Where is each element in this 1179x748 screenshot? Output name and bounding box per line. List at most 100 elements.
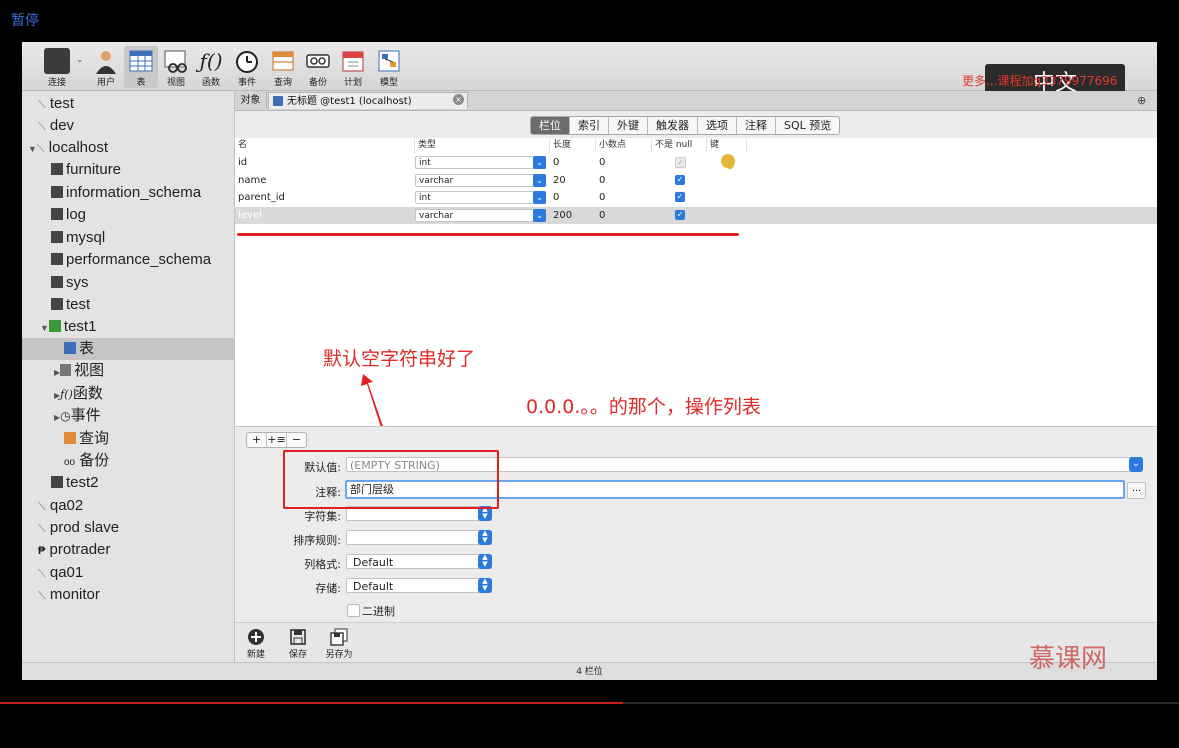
pause-label[interactable]: 暂停 — [11, 10, 39, 30]
not-null-checkbox[interactable]: ✓ — [675, 192, 685, 202]
field-name[interactable]: id — [238, 154, 247, 171]
tree-item-test1[interactable]: ▼ test1 — [22, 316, 234, 338]
tree-item-queries[interactable]: 查询 — [22, 428, 234, 450]
charset-label: 字符集: — [304, 510, 341, 523]
storage-select[interactable]: Default ▲ ▼ — [346, 578, 492, 593]
tree-item-views[interactable]: ▶ 视图 — [22, 360, 234, 382]
table-row[interactable]: name varchar ⌄ 20 0 ✓ — [235, 172, 1157, 189]
field-decimals[interactable]: 0 — [599, 189, 605, 206]
connection-icon: ⟍ — [38, 99, 46, 111]
event-icon: ◷ — [60, 409, 71, 423]
tree-item-test-db[interactable]: test — [22, 294, 234, 316]
toolbar-user-button[interactable]: 用户 — [89, 46, 123, 88]
column-header-name[interactable]: 名 — [235, 138, 415, 153]
remove-field-button[interactable]: − — [287, 433, 306, 447]
insert-field-button[interactable]: +≡ — [267, 433, 287, 447]
tab-options[interactable]: 选项 — [698, 117, 737, 134]
toolbar-view-button[interactable]: 视图 — [159, 46, 193, 88]
save-as-button[interactable]: 另存为 — [321, 626, 357, 660]
tree-item-backups[interactable]: oo 备份 — [22, 450, 234, 472]
tab-objects[interactable]: 对象 — [235, 92, 267, 109]
field-type-select[interactable]: int ⌄ — [415, 156, 546, 169]
collation-select[interactable]: ▲ ▼ — [346, 530, 492, 545]
tab-bar: 对象 无标题 @test1 (localhost) × ⊕ — [235, 91, 1157, 111]
tab-triggers[interactable]: 触发器 — [648, 117, 698, 134]
tree-item-protrader[interactable]: ₱ protrader — [22, 539, 234, 561]
tab-comment[interactable]: 注释 — [737, 117, 776, 134]
field-name[interactable]: name — [238, 172, 266, 189]
field-length[interactable]: 200 — [553, 207, 572, 224]
field-decimals[interactable]: 0 — [599, 154, 605, 171]
field-type-select[interactable]: int ⌄ — [415, 191, 546, 204]
field-length[interactable]: 20 — [553, 172, 566, 189]
tree-item-functions[interactable]: ▶ƒ()函数 — [22, 383, 234, 405]
not-null-checkbox[interactable]: ✓ — [675, 175, 685, 185]
tree-item-information-schema[interactable]: information_schema — [22, 182, 234, 204]
disclosure-expanded-icon[interactable]: ▼ — [28, 144, 37, 154]
column-header-length[interactable]: 长度 — [550, 138, 596, 153]
table-row[interactable]: parent_id int ⌄ 0 0 ✓ — [235, 189, 1157, 206]
tree-item-furniture[interactable]: furniture — [22, 159, 234, 181]
tree-item-events[interactable]: ▶◷事件 — [22, 405, 234, 427]
tree-item-prod-slave[interactable]: ⟍ prod slave — [22, 517, 234, 539]
toolbar-table-button[interactable]: 表 — [124, 46, 158, 88]
connection-icon: ₱ — [38, 545, 46, 557]
field-decimals[interactable]: 0 — [599, 207, 605, 224]
tab-untitled-table[interactable]: 无标题 @test1 (localhost) — [268, 92, 468, 109]
tab-indexes[interactable]: 索引 — [570, 117, 609, 134]
column-format-select[interactable]: Default ▲ ▼ — [346, 554, 492, 569]
tree-item-test2[interactable]: test2 — [22, 472, 234, 494]
tree-item-tables[interactable]: 表 — [22, 338, 234, 360]
field-name[interactable]: level — [238, 207, 262, 224]
video-progress-played[interactable] — [0, 702, 623, 704]
field-type-select[interactable]: varchar ⌄ — [415, 174, 546, 187]
toolbar-connection-button[interactable]: 连接 — [40, 46, 74, 88]
column-header-decimals[interactable]: 小数点 — [596, 138, 652, 153]
chevron-down-icon[interactable]: ⌄ — [1129, 457, 1143, 472]
annotation-default-note: 默认空字符串好了 — [323, 348, 476, 370]
toolbar-query-button[interactable]: 查询 — [266, 46, 300, 88]
not-null-checkbox[interactable]: ✓ — [675, 157, 686, 168]
toolbar-function-button[interactable]: ƒ() 函数 — [194, 46, 228, 88]
disclosure-expanded-icon[interactable]: ▼ — [40, 323, 49, 333]
new-button[interactable]: 新建 — [238, 626, 274, 660]
toolbar-schedule-button[interactable]: 计划 — [336, 46, 370, 88]
add-field-button[interactable]: + — [247, 433, 267, 447]
tree-item-test-conn[interactable]: ⟍ test — [22, 93, 234, 115]
field-length[interactable]: 0 — [553, 154, 559, 171]
tab-sql-preview[interactable]: SQL 预览 — [776, 117, 839, 134]
tree-item-qa02[interactable]: ⟍ qa02 — [22, 495, 234, 517]
toolbar-event-button[interactable]: 事件 — [230, 46, 264, 88]
column-header-key[interactable]: 键 — [707, 138, 747, 153]
tree-item-performance-schema[interactable]: performance_schema — [22, 249, 234, 271]
video-progress-remaining[interactable] — [623, 702, 1179, 704]
tab-fields[interactable]: 栏位 — [531, 117, 570, 134]
field-length[interactable]: 0 — [553, 189, 559, 206]
table-row[interactable]: id int ⌄ 0 0 ✓ — [235, 152, 1157, 171]
tree-item-dev[interactable]: ⟍ dev — [22, 115, 234, 137]
field-decimals[interactable]: 0 — [599, 172, 605, 189]
column-header-type[interactable]: 类型 — [415, 138, 550, 153]
table-row-selected[interactable]: level varchar ⌄ 200 0 ✓ — [235, 207, 1157, 224]
tree-item-localhost[interactable]: ▼⟍ localhost — [22, 137, 234, 159]
not-null-checkbox[interactable]: ✓ — [675, 210, 685, 220]
tab-foreign-keys[interactable]: 外键 — [609, 117, 648, 134]
toolbar-model-button[interactable]: 模型 — [372, 46, 406, 88]
tree-item-sys[interactable]: sys — [22, 272, 234, 294]
view-icon — [60, 364, 72, 376]
tree-item-mysql[interactable]: mysql — [22, 227, 234, 249]
close-tab-icon[interactable]: × — [453, 94, 464, 105]
tree-item-monitor[interactable]: ⟍ monitor — [22, 584, 234, 606]
binary-checkbox[interactable] — [347, 604, 360, 617]
new-tab-icon[interactable]: ⊕ — [1137, 94, 1151, 107]
save-button[interactable]: 保存 — [280, 626, 316, 660]
toolbar-backup-button[interactable]: 备份 — [301, 46, 335, 88]
comment-expand-button[interactable]: … — [1127, 482, 1146, 499]
primary-key-icon[interactable] — [719, 152, 737, 170]
field-name[interactable]: parent_id — [238, 189, 285, 206]
tree-item-qa01[interactable]: ⟍ qa01 — [22, 562, 234, 584]
tree-item-log[interactable]: log — [22, 204, 234, 226]
field-type-select[interactable]: varchar ⌄ — [415, 209, 546, 222]
chevron-down-icon[interactable]: ⌄ — [76, 55, 84, 65]
column-header-not-null[interactable]: 不是 null — [652, 138, 707, 153]
